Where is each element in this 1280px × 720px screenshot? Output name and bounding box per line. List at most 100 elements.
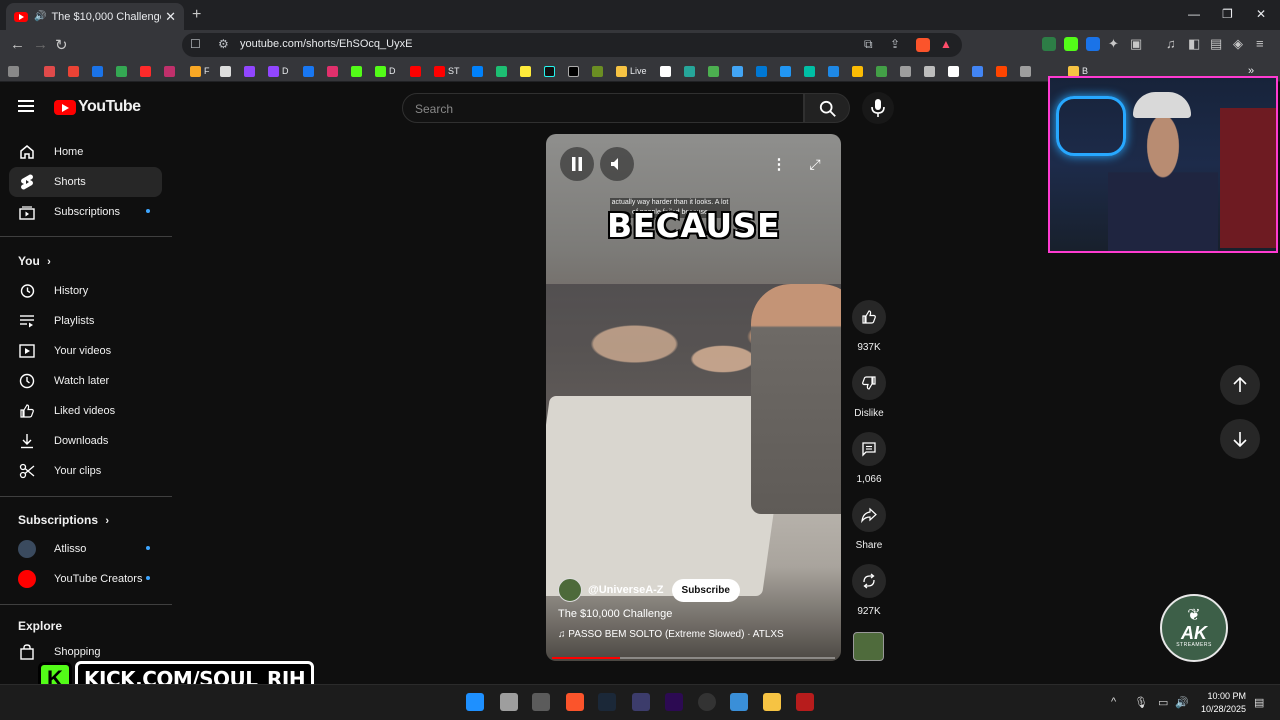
youtube-bookmark-icon[interactable]	[410, 64, 424, 78]
close-window-button[interactable]: ✕	[1256, 7, 1266, 21]
sidebar-item-your-clips[interactable]: Your clips	[9, 456, 162, 486]
vpn-icon[interactable]: ◈	[1233, 36, 1243, 52]
new-tab-button[interactable]: +	[192, 6, 201, 24]
reddit-bookmark-icon[interactable]	[996, 64, 1010, 78]
menu-hamburger-icon[interactable]	[18, 100, 34, 115]
site-info-icon[interactable]: ⚙	[218, 37, 229, 51]
windows-start-icon[interactable]	[466, 693, 484, 711]
search-input[interactable]: Search	[402, 93, 804, 123]
minimize-button[interactable]: —	[1188, 7, 1200, 21]
channel-thumbnail[interactable]	[853, 632, 884, 661]
bookmark-item[interactable]	[828, 64, 842, 78]
tiktok-bookmark-icon[interactable]	[544, 64, 558, 78]
kick-bookmark-icon[interactable]	[351, 64, 365, 78]
sidebar-item-history[interactable]: History	[9, 276, 162, 306]
network-tray-icon[interactable]: ▭	[1158, 696, 1168, 709]
google-drive-bookmark-icon[interactable]	[852, 64, 866, 78]
bookmark-item[interactable]	[592, 64, 606, 78]
extensions-puzzle-icon[interactable]: ✦	[1108, 36, 1119, 52]
facebook-bookmark-icon[interactable]	[303, 64, 317, 78]
sidebar-item-playlists[interactable]: Playlists	[9, 306, 162, 336]
open-in-app-icon[interactable]: ⧉	[864, 37, 873, 52]
app-icon[interactable]	[632, 693, 650, 711]
task-view-icon[interactable]	[500, 693, 518, 711]
kick-extension-icon[interactable]	[1064, 37, 1078, 51]
bookmark-item[interactable]	[164, 64, 178, 78]
sidebar-item-shorts[interactable]: Shorts	[9, 167, 162, 197]
brave-taskbar-icon[interactable]	[566, 693, 584, 711]
obs-taskbar-icon[interactable]	[698, 693, 716, 711]
app-icon[interactable]	[796, 693, 814, 711]
menu-icon[interactable]: ≡	[1256, 36, 1264, 51]
file-explorer-icon[interactable]	[763, 693, 781, 711]
apps-grid-icon[interactable]	[8, 64, 22, 78]
brave-shield-icon[interactable]	[916, 38, 930, 52]
sidebar-item-your-videos[interactable]: Your videos	[9, 336, 162, 366]
bookmark-item[interactable]	[116, 64, 130, 78]
media-icon[interactable]: ♫	[1166, 36, 1176, 51]
x-bookmark-icon[interactable]	[568, 64, 582, 78]
sidebar-item-downloads[interactable]: Downloads	[9, 426, 162, 456]
bookmark-item[interactable]	[972, 64, 986, 78]
bookmark-item[interactable]: ST	[434, 64, 460, 78]
bookmark-item[interactable]: F	[190, 64, 210, 78]
fullscreen-button[interactable]: ⤢	[798, 147, 832, 181]
sidebar-channel-youtube-creators[interactable]: YouTube Creators	[9, 564, 162, 594]
volume-button[interactable]	[600, 147, 634, 181]
sidebar-channel-atlisso[interactable]: Atlisso	[9, 534, 162, 564]
brave-rewards-icon[interactable]: ▲	[940, 37, 952, 51]
next-short-button[interactable]	[1220, 419, 1260, 459]
twitch-bookmark-icon[interactable]	[244, 64, 258, 78]
like-button[interactable]	[852, 300, 886, 334]
bookmark-item[interactable]	[876, 64, 890, 78]
close-tab-icon[interactable]: ✕	[165, 9, 176, 25]
tray-overflow-icon[interactable]: ^	[1111, 696, 1116, 708]
system-clock[interactable]: 10:00 PM 10/28/2025	[1201, 690, 1246, 716]
bookmark-item[interactable]	[804, 64, 818, 78]
url-text[interactable]: youtube.com/shorts/EhSOcq_UyxE	[240, 38, 412, 50]
sidebar-item-subscriptions[interactable]: Subscriptions	[9, 197, 162, 227]
microphone-tray-icon[interactable]: 🎙	[1134, 696, 1148, 709]
bookmark-item[interactable]	[756, 64, 770, 78]
instagram-bookmark-icon[interactable]	[327, 64, 341, 78]
search-button[interactable]	[804, 93, 850, 123]
photos-taskbar-icon[interactable]	[730, 693, 748, 711]
back-icon[interactable]: ←	[10, 36, 25, 53]
bookmark-item[interactable]	[708, 64, 722, 78]
sidebar-you-header[interactable]: You ›	[18, 254, 51, 268]
steam-taskbar-icon[interactable]	[598, 693, 616, 711]
bookmark-item[interactable]	[92, 64, 106, 78]
premiere-taskbar-icon[interactable]	[665, 693, 683, 711]
bookmark-item[interactable]	[140, 64, 154, 78]
remix-button[interactable]	[852, 564, 886, 598]
maximize-button[interactable]: ❐	[1222, 7, 1233, 21]
bookmark-item[interactable]	[496, 64, 510, 78]
bookmark-item[interactable]	[520, 64, 534, 78]
app-icon[interactable]	[532, 693, 550, 711]
bookmark-item[interactable]	[780, 64, 794, 78]
previous-short-button[interactable]	[1220, 365, 1260, 405]
folder-bookmark-icon[interactable]: Live	[616, 64, 647, 78]
voice-search-button[interactable]	[862, 92, 894, 124]
subscribe-button[interactable]: Subscribe	[671, 578, 740, 602]
browser-tab[interactable]: 🔊 The $10,000 Challenge - YouT ✕	[6, 3, 184, 30]
reload-icon[interactable]: ↻	[55, 36, 68, 54]
forward-icon[interactable]: →	[33, 36, 48, 53]
bookmark-item[interactable]	[1020, 64, 1034, 78]
extension-icon[interactable]	[1042, 37, 1056, 51]
sidebar-item-liked-videos[interactable]: Liked videos	[9, 396, 162, 426]
bookmark-item[interactable]	[924, 64, 938, 78]
bookmark-item[interactable]: D	[268, 64, 289, 78]
youtube-logo[interactable]: YouTube	[54, 98, 141, 116]
bookmark-item[interactable]	[732, 64, 746, 78]
amazon-bookmark-icon[interactable]	[660, 64, 674, 78]
bookmark-item[interactable]	[684, 64, 698, 78]
address-bar[interactable]: ☐ ⚙ youtube.com/shorts/EhSOcq_UyxE ⧉ ⇪ ▲	[182, 33, 962, 57]
meta-bookmark-icon[interactable]	[472, 64, 486, 78]
screenshot-icon[interactable]: ▣	[1130, 36, 1142, 52]
video-progress-bar[interactable]	[552, 657, 835, 659]
more-options-button[interactable]: ⋮	[762, 147, 796, 181]
volume-tray-icon[interactable]: 🔊	[1175, 696, 1189, 709]
sidebar-item-home[interactable]: Home	[9, 137, 162, 167]
bookmark-icon[interactable]: ☐	[190, 37, 201, 51]
